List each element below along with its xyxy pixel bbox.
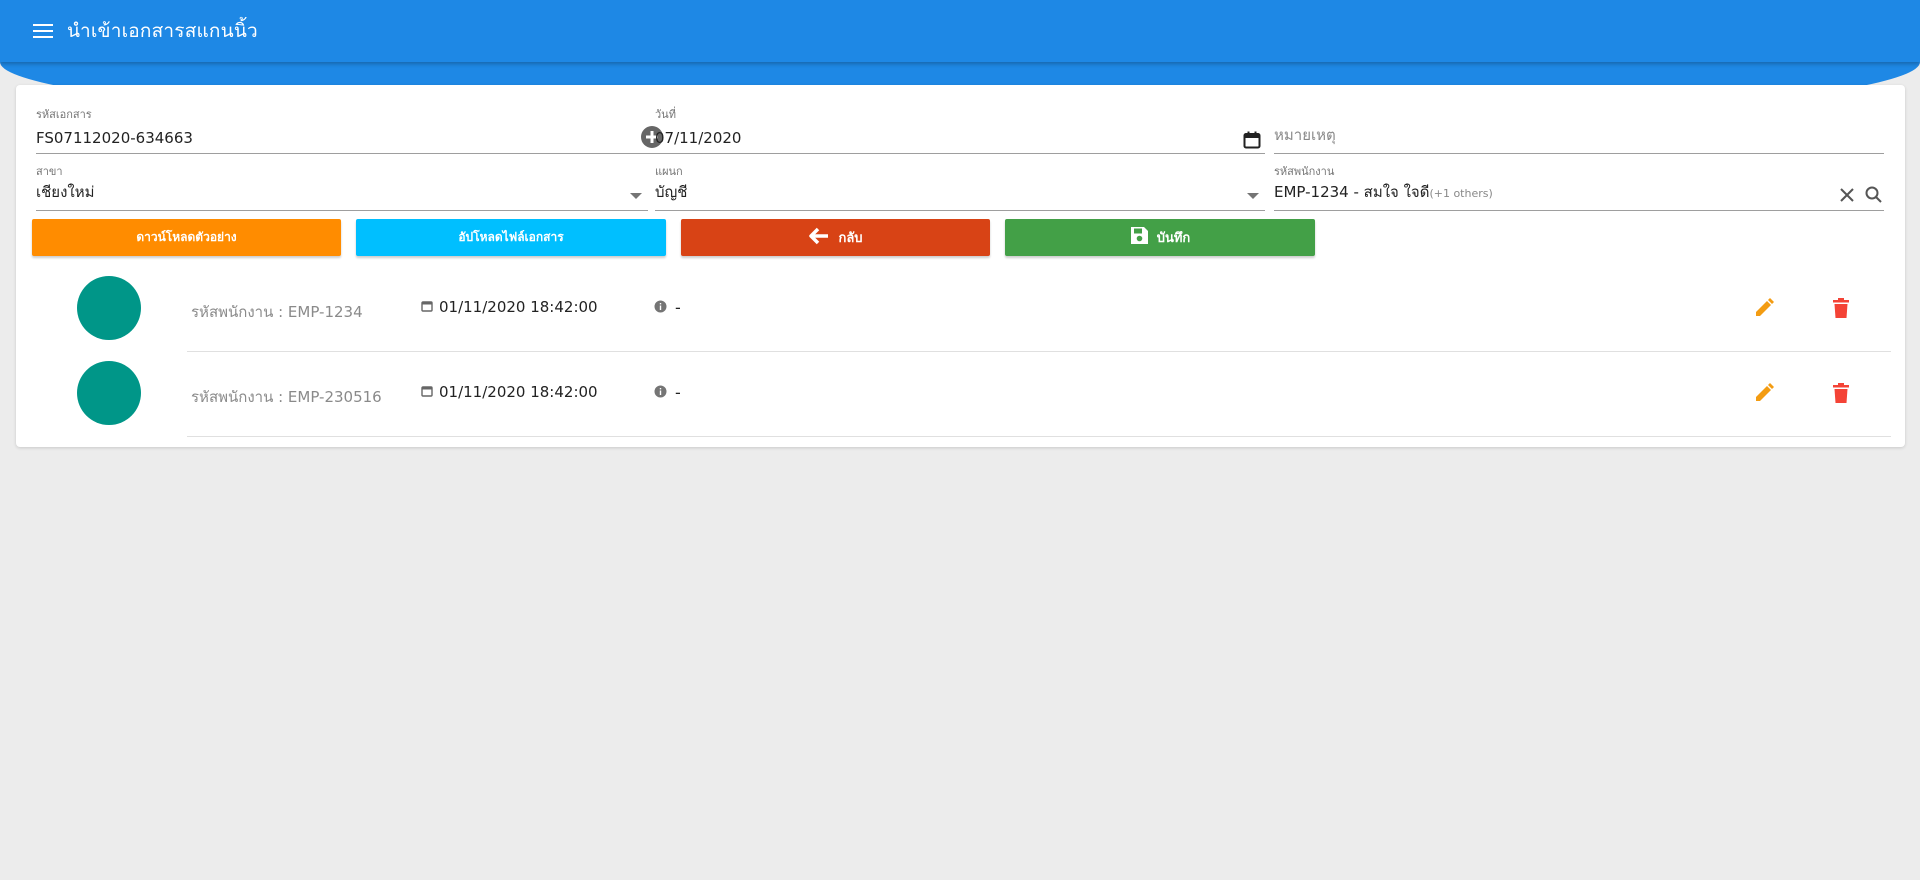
employee-label: รหัสพนักงาน: [1274, 165, 1335, 178]
date-field[interactable]: วันที่ 07/11/2020: [655, 105, 1265, 154]
upload-file-button[interactable]: อัปโหลดไฟล์เอกสาร: [356, 219, 666, 256]
department-label: แผนก: [655, 165, 683, 178]
save-label: บันทึก: [1156, 231, 1191, 246]
download-sample-label: ดาวน์โหลดตัวอย่าง: [136, 230, 237, 244]
record-note-text: -: [675, 298, 681, 317]
record-note-text: -: [675, 383, 681, 402]
clear-icon[interactable]: [1840, 188, 1854, 202]
info-icon: [654, 298, 667, 317]
list-item: รหัสพนักงาน : EMP-1234 01/11/2020 18:42:…: [16, 267, 1905, 352]
page-title: นำเข้าเอกสารสแกนนิ้ว: [67, 20, 258, 42]
employee-others-count: (+1 others): [1429, 187, 1493, 200]
record-datetime: 01/11/2020 18:42:00: [421, 298, 598, 316]
department-value[interactable]: บัญชี: [655, 180, 687, 204]
floppy-disk-icon: [1130, 226, 1149, 249]
avatar: [77, 276, 141, 340]
menu-icon[interactable]: [31, 19, 55, 43]
dropdown-arrow-icon[interactable]: [1247, 193, 1259, 200]
calendar-icon[interactable]: [1243, 131, 1261, 149]
delete-icon[interactable]: [1827, 294, 1855, 322]
delete-icon[interactable]: [1827, 379, 1855, 407]
app-bar: นำเข้าเอกสารสแกนนิ้ว: [0, 0, 1920, 62]
employee-id-text: รหัสพนักงาน : EMP-1234: [191, 303, 363, 321]
edit-icon[interactable]: [1750, 294, 1778, 322]
info-icon: [654, 383, 667, 402]
back-button[interactable]: กลับ: [681, 219, 990, 256]
record-datetime-text: 01/11/2020 18:42:00: [439, 383, 598, 401]
branch-select[interactable]: สาขา เชียงใหม่: [36, 162, 648, 211]
record-datetime-text: 01/11/2020 18:42:00: [439, 298, 598, 316]
date-label: วันที่: [655, 108, 676, 121]
arrow-left-icon: [808, 227, 830, 249]
avatar: [77, 361, 141, 425]
record-note: -: [654, 383, 681, 402]
calendar-icon: [421, 298, 433, 316]
employee-value[interactable]: EMP-1234 - สมใจ ใจดี(+1 others): [1274, 180, 1493, 204]
edit-icon[interactable]: [1750, 379, 1778, 407]
download-sample-button[interactable]: ดาวน์โหลดตัวอย่าง: [32, 219, 341, 256]
date-value[interactable]: 07/11/2020: [655, 129, 741, 147]
department-select[interactable]: แผนก บัญชี: [655, 162, 1265, 211]
branch-value[interactable]: เชียงใหม่: [36, 180, 95, 204]
doc-code-value[interactable]: FS07112020-634663: [36, 129, 193, 147]
employee-select[interactable]: รหัสพนักงาน EMP-1234 - สมใจ ใจดี(+1 othe…: [1274, 162, 1884, 211]
doc-code-field[interactable]: รหัสเอกสาร FS07112020-634663: [36, 105, 664, 154]
employee-id-text: รหัสพนักงาน : EMP-230516: [191, 388, 382, 406]
back-label: กลับ: [838, 231, 863, 246]
list-item: รหัสพนักงาน : EMP-230516 01/11/2020 18:4…: [16, 352, 1905, 437]
row-divider: [187, 436, 1891, 437]
save-button[interactable]: บันทึก: [1005, 219, 1315, 256]
dropdown-arrow-icon[interactable]: [630, 193, 642, 200]
record-note: -: [654, 298, 681, 317]
branch-label: สาขา: [36, 165, 63, 178]
upload-file-label: อัปโหลดไฟล์เอกสาร: [458, 230, 564, 244]
remark-placeholder[interactable]: หมายเหตุ: [1274, 123, 1336, 147]
record-datetime: 01/11/2020 18:42:00: [421, 383, 598, 401]
doc-code-label: รหัสเอกสาร: [36, 108, 92, 121]
remark-field[interactable]: หมายเหตุ: [1274, 105, 1884, 154]
calendar-icon: [421, 383, 433, 401]
employee-selected: EMP-1234 - สมใจ ใจดี: [1274, 183, 1430, 201]
form-card: รหัสเอกสาร FS07112020-634663 วันที่ 07/1…: [16, 85, 1905, 447]
search-icon[interactable]: [1865, 186, 1882, 203]
